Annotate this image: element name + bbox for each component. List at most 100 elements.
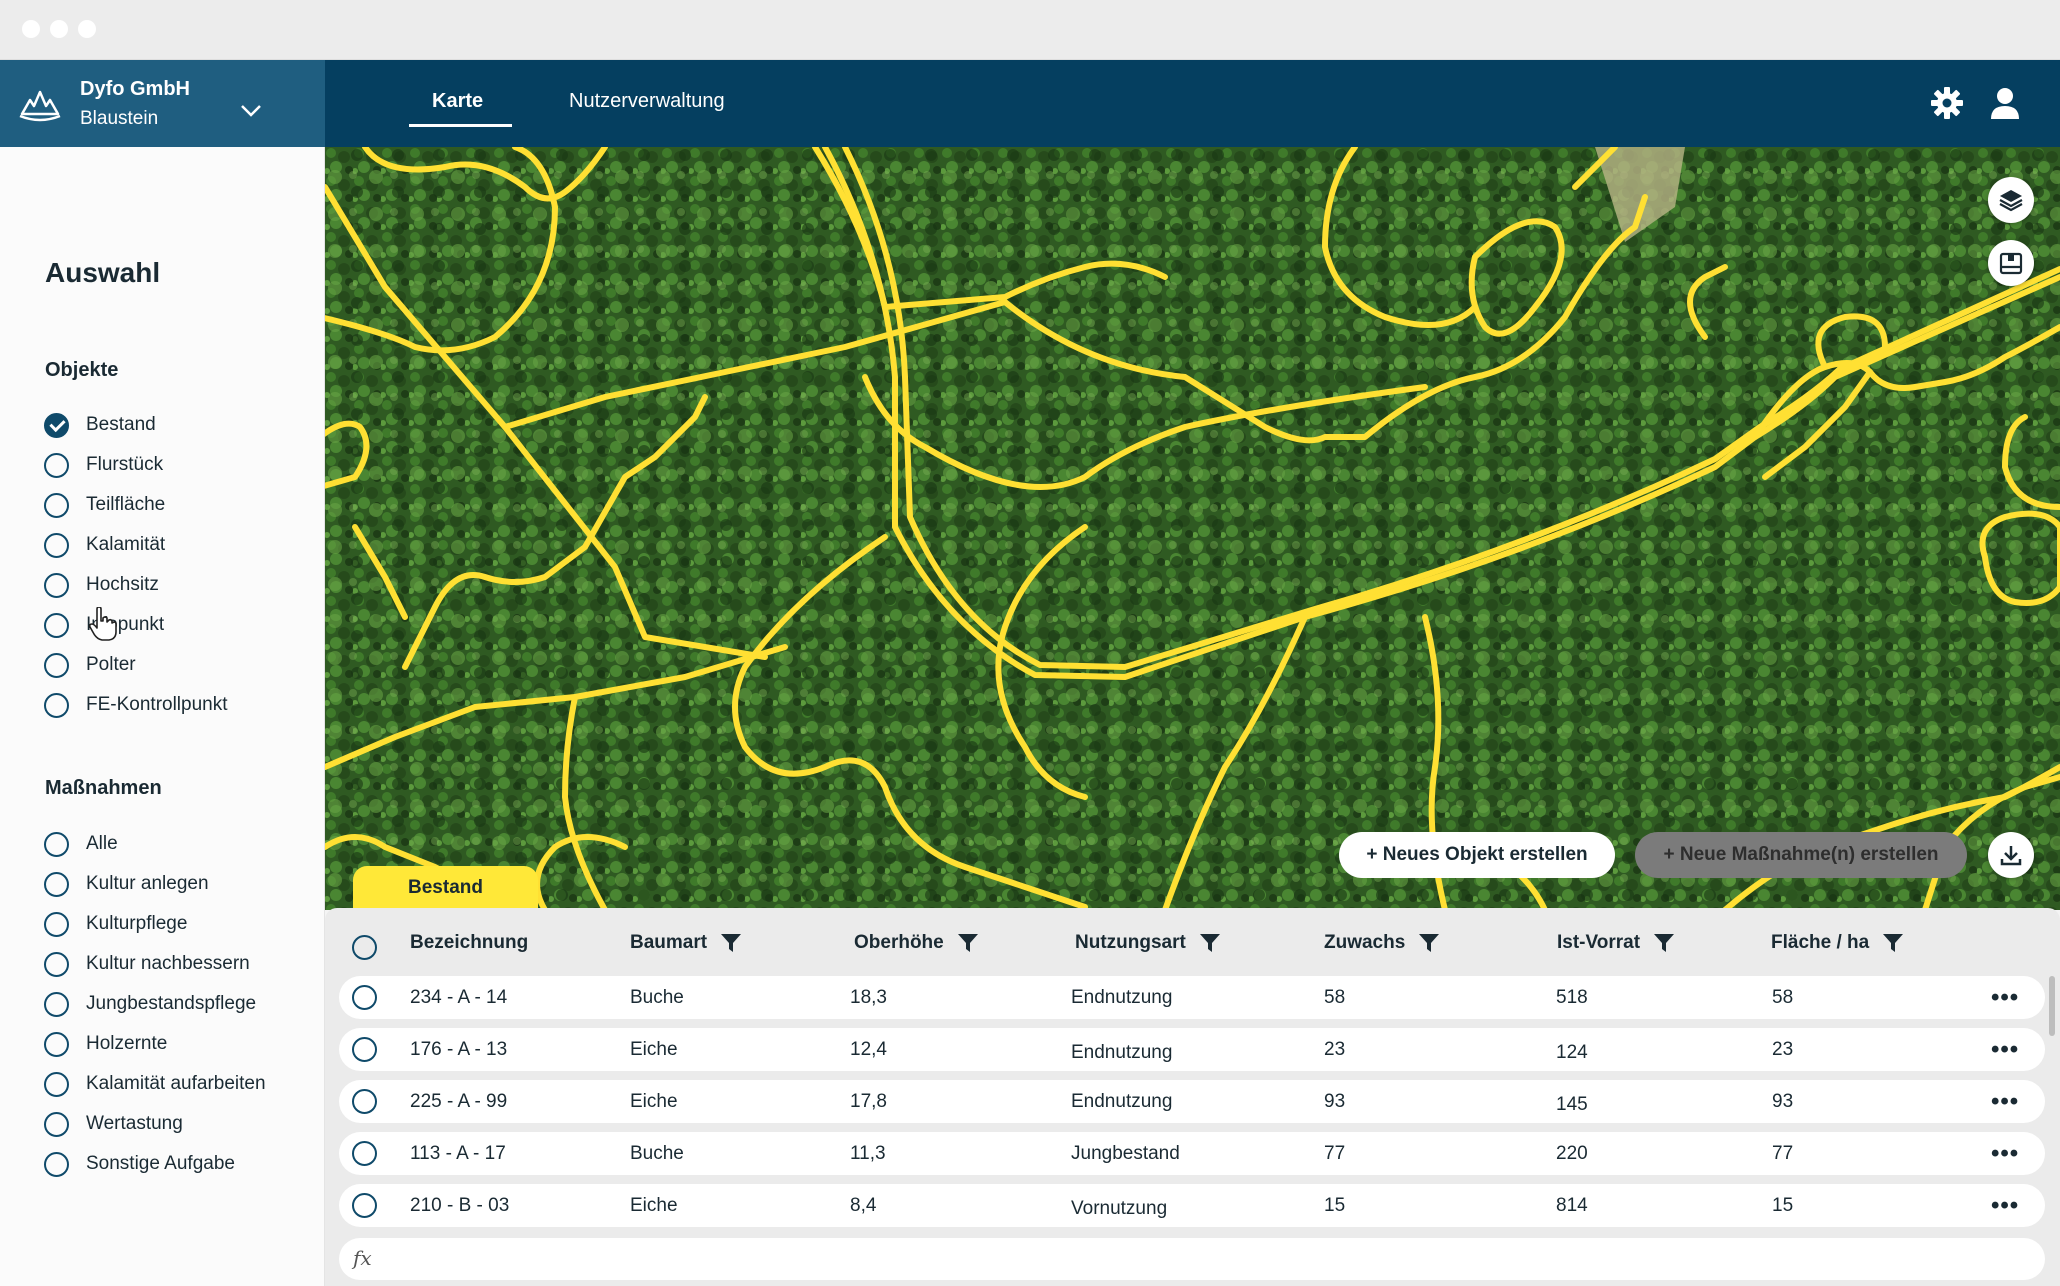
object-option-flurstueck[interactable]: Flurstück <box>44 452 163 478</box>
measure-option-kultur-nachbessern[interactable]: Kultur nachbessern <box>44 951 250 977</box>
filter-icon[interactable] <box>721 934 742 952</box>
row-menu-icon[interactable]: ••• <box>1991 1140 2019 1168</box>
column-header-bezeichnung[interactable]: Bezeichnung <box>410 932 528 954</box>
measure-option-alle[interactable]: Alle <box>44 831 118 857</box>
column-label: Oberhöhe <box>854 932 944 953</box>
radio[interactable] <box>44 1151 69 1177</box>
row-menu-icon[interactable]: ••• <box>1991 1088 2019 1116</box>
forest-map[interactable]: + Neues Objekt erstellen + Neue Maßnahme… <box>325 147 2060 910</box>
layers-button[interactable] <box>1988 177 2034 223</box>
gear-icon[interactable] <box>1930 86 1964 120</box>
table-row[interactable]: 234 - A - 14 Buche 18,3 Endnutzung 58 51… <box>339 976 2045 1019</box>
column-header-flaeche[interactable]: Fläche / ha <box>1771 932 1904 954</box>
object-option-polter[interactable]: Polter <box>44 652 136 678</box>
radio[interactable] <box>44 831 69 857</box>
table-scrollbar[interactable] <box>2049 976 2055 1036</box>
formula-bar[interactable]: fx <box>339 1238 2045 1280</box>
option-label: Kultur anlegen <box>86 873 209 894</box>
select-all-radio[interactable] <box>352 935 377 960</box>
formula-icon: fx <box>353 1246 372 1270</box>
measure-option-kalamitaet-aufarbeiten[interactable]: Kalamität aufarbeiten <box>44 1071 266 1097</box>
object-option-fe-kontrollpunkt[interactable]: FE-Kontrollpunkt <box>44 692 228 718</box>
organization-switcher[interactable]: Dyfo GmbH Blaustein <box>0 60 325 147</box>
window-maximize-dot[interactable] <box>78 20 96 38</box>
cell-ist-vorrat: 145 <box>1556 1094 1588 1115</box>
tab-nutzerverwaltung[interactable]: Nutzerverwaltung <box>569 90 725 113</box>
row-select-radio[interactable] <box>352 1141 377 1166</box>
object-option-teilflaeche[interactable]: Teilfläche <box>44 492 165 518</box>
filter-icon[interactable] <box>1199 934 1220 952</box>
column-header-ist-vorrat[interactable]: Ist-Vorrat <box>1557 932 1675 954</box>
tab-karte[interactable]: Karte <box>432 90 483 113</box>
column-header-baumart[interactable]: Baumart <box>630 932 742 954</box>
radio[interactable] <box>44 871 69 897</box>
tab-bestand[interactable]: Bestand <box>353 866 538 910</box>
table-row[interactable]: 176 - A - 13 Eiche 12,4 Endnutzung 23 12… <box>339 1028 2045 1071</box>
column-label: Bezeichnung <box>410 932 529 953</box>
option-label: Jungbestandspflege <box>86 993 257 1014</box>
measure-option-sonstige-aufgabe[interactable]: Sonstige Aufgabe <box>44 1151 235 1177</box>
column-header-nutzungsart[interactable]: Nutzungsart <box>1075 932 1220 954</box>
chevron-down-icon[interactable] <box>240 104 262 118</box>
row-select-radio[interactable] <box>352 1037 377 1062</box>
new-object-button[interactable]: + Neues Objekt erstellen <box>1339 832 1615 878</box>
radio[interactable] <box>44 692 69 718</box>
radio[interactable] <box>44 532 69 558</box>
filter-icon[interactable] <box>1883 934 1904 952</box>
row-select-radio[interactable] <box>352 1089 377 1114</box>
window-minimize-dot[interactable] <box>50 20 68 38</box>
map-legend-button[interactable] <box>1988 240 2034 286</box>
user-icon[interactable] <box>1988 86 2022 120</box>
cell-zuwachs: 58 <box>1324 987 1346 1008</box>
cell-oberhoehe: 18,3 <box>850 987 887 1008</box>
object-option-kalamitaet[interactable]: Kalamität <box>44 532 165 558</box>
row-menu-icon[interactable]: ••• <box>1991 984 2019 1012</box>
cell-bezeichnung: 210 - B - 03 <box>410 1195 510 1216</box>
radio[interactable] <box>44 1111 69 1137</box>
cell-oberhoehe: 17,8 <box>850 1091 887 1112</box>
row-select-radio[interactable] <box>352 985 377 1010</box>
cell-zuwachs: 15 <box>1324 1195 1346 1216</box>
window-close-dot[interactable] <box>22 20 40 38</box>
radio[interactable] <box>44 572 69 598</box>
radio[interactable] <box>44 911 69 937</box>
object-option-hochsitz[interactable]: Hochsitz <box>44 572 159 598</box>
cell-nutzungsart: Endnutzung <box>1071 987 1173 1008</box>
column-label: Baumart <box>630 932 708 953</box>
company-location: Blaustein <box>80 108 159 129</box>
measure-option-holzernte[interactable]: Holzernte <box>44 1031 167 1057</box>
filter-icon[interactable] <box>957 934 978 952</box>
radio[interactable] <box>44 452 69 478</box>
filter-icon[interactable] <box>1419 934 1440 952</box>
radio-checked[interactable] <box>44 412 69 438</box>
sidebar-title: Auswahl <box>45 257 161 288</box>
column-label: Nutzungsart <box>1075 932 1186 953</box>
column-header-zuwachs[interactable]: Zuwachs <box>1324 932 1440 954</box>
measure-option-wertastung[interactable]: Wertastung <box>44 1111 183 1137</box>
radio[interactable] <box>44 1071 69 1097</box>
new-measure-button[interactable]: + Neue Maßnahme(n) erstellen <box>1635 832 1967 878</box>
table-row[interactable]: 113 - A - 17 Buche 11,3 Jungbestand 77 2… <box>339 1132 2045 1175</box>
company-name: Dyfo GmbH <box>80 78 190 100</box>
filter-icon[interactable] <box>1654 934 1675 952</box>
table-row[interactable]: 225 - A - 99 Eiche 17,8 Endnutzung 93 14… <box>339 1080 2045 1123</box>
row-menu-icon[interactable]: ••• <box>1991 1192 2019 1220</box>
column-label: Fläche / ha <box>1771 932 1870 953</box>
measure-option-kulturpflege[interactable]: Kulturpflege <box>44 911 187 937</box>
row-menu-icon[interactable]: ••• <box>1991 1036 2019 1064</box>
radio[interactable] <box>44 1031 69 1057</box>
radio[interactable] <box>44 991 69 1017</box>
aerial-map-canvas[interactable] <box>325 147 2060 910</box>
row-select-radio[interactable] <box>352 1193 377 1218</box>
measure-option-jungbestandspflege[interactable]: Jungbestandspflege <box>44 991 256 1017</box>
column-header-oberhoehe[interactable]: Oberhöhe <box>854 932 978 954</box>
download-button[interactable] <box>1988 832 2034 878</box>
table-row[interactable]: 210 - B - 03 Eiche 8,4 Vornutzung 15 814… <box>339 1184 2045 1227</box>
selection-sidebar: Auswahl Objekte Bestand Flurstück Teilfl… <box>0 147 325 1286</box>
measure-option-kultur-anlegen[interactable]: Kultur anlegen <box>44 871 209 897</box>
object-option-bestand[interactable]: Bestand <box>44 412 156 438</box>
radio[interactable] <box>44 612 69 638</box>
radio[interactable] <box>44 492 69 518</box>
radio[interactable] <box>44 951 69 977</box>
radio[interactable] <box>44 652 69 678</box>
